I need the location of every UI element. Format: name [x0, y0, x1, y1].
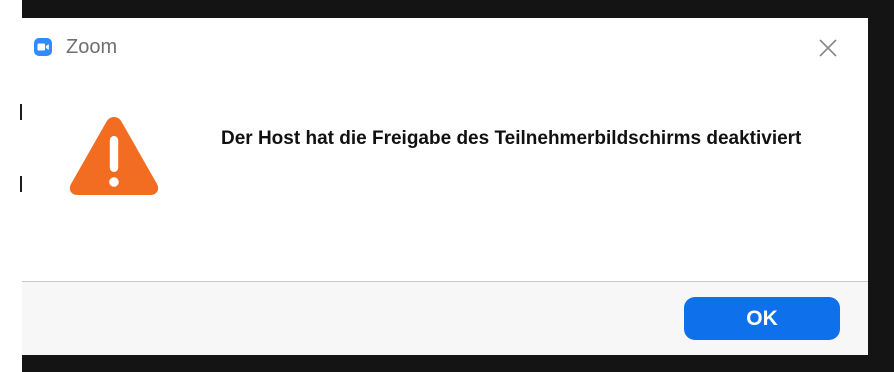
- close-button[interactable]: [812, 34, 844, 62]
- background-window: [0, 355, 894, 372]
- background-window: [0, 0, 894, 18]
- ok-button[interactable]: OK: [684, 297, 840, 340]
- dialog-message: Der Host hat die Freigabe des Teilnehmer…: [221, 128, 802, 149]
- background-window: [868, 0, 894, 372]
- dialog-footer: OK: [22, 282, 868, 355]
- background-window: [0, 0, 22, 372]
- title-bar[interactable]: Zoom: [22, 18, 868, 76]
- close-icon: [819, 39, 837, 57]
- app-title: Zoom: [66, 36, 118, 58]
- zoom-logo-icon: [34, 38, 52, 56]
- alert-dialog: Zoom Der Host hat die Freigabe des Teiln…: [22, 18, 868, 355]
- warning-icon: [69, 117, 159, 195]
- dialog-content: Der Host hat die Freigabe des Teilnehmer…: [22, 76, 868, 281]
